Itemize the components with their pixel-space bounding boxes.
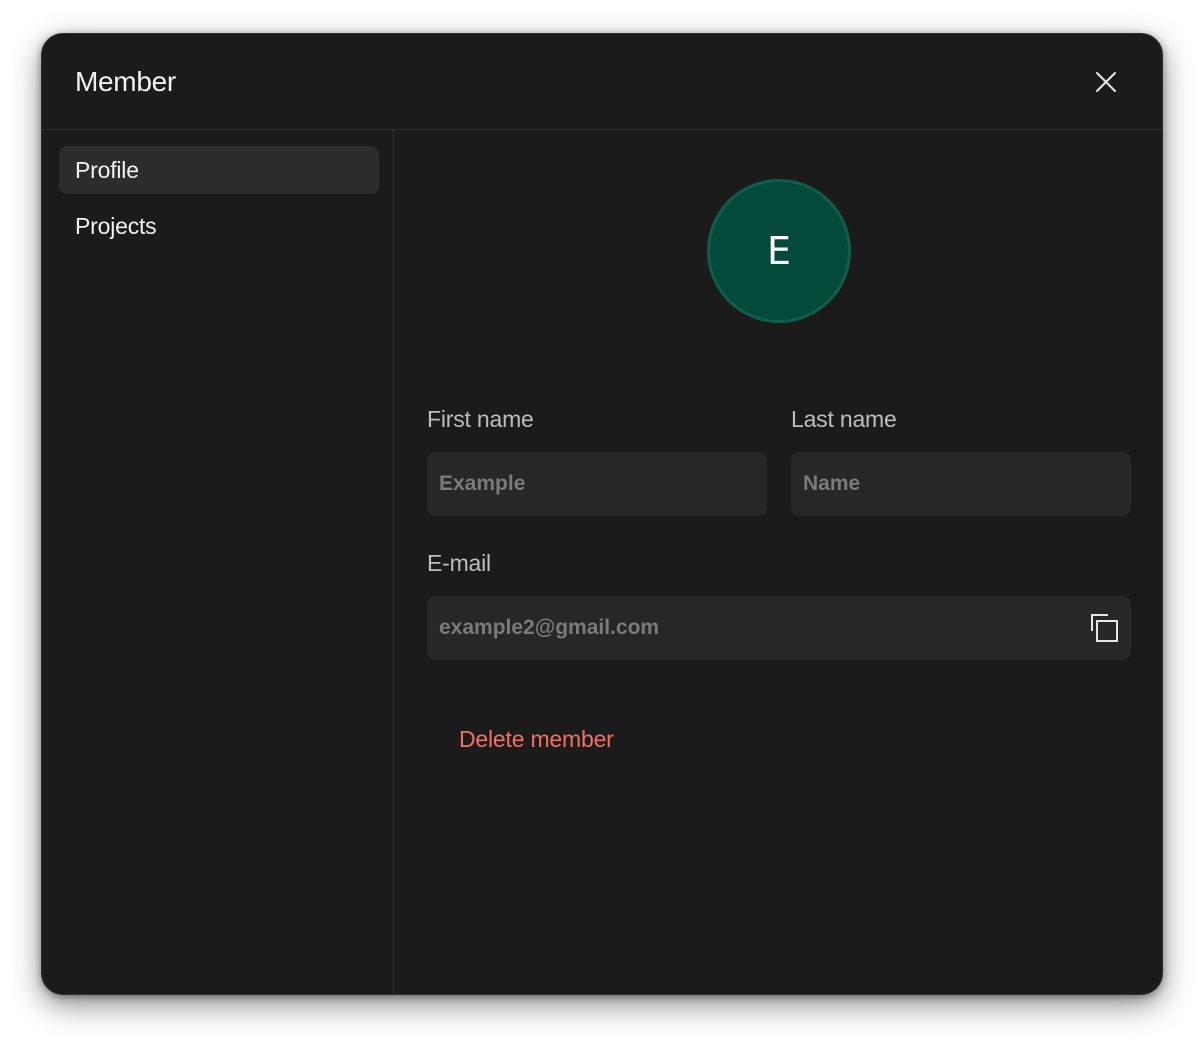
sidebar-item-profile[interactable]: Profile [59, 146, 379, 194]
member-dialog: Member Profile Projects E First name Las… [41, 33, 1163, 995]
copy-email-button[interactable] [1089, 612, 1121, 644]
delete-member-button[interactable]: Delete member [459, 722, 614, 756]
last-name-input[interactable] [791, 452, 1131, 516]
dialog-title: Member [75, 66, 176, 97]
close-icon [1096, 72, 1116, 92]
copy-icon [1091, 614, 1118, 642]
profile-panel: E First name Last name E-mail Delete mem… [394, 130, 1162, 994]
sidebar-nav: Profile Projects [42, 130, 394, 994]
first-name-input[interactable] [427, 452, 767, 516]
dialog-header: Member [42, 34, 1162, 130]
email-field-wrapper [427, 596, 1131, 660]
email-input[interactable] [427, 596, 1131, 660]
close-button[interactable] [1088, 64, 1124, 100]
avatar[interactable]: E [707, 179, 851, 323]
first-name-label: First name [427, 406, 534, 432]
sidebar-item-projects[interactable]: Projects [59, 202, 379, 250]
email-label: E-mail [427, 550, 491, 576]
last-name-label: Last name [791, 406, 897, 432]
